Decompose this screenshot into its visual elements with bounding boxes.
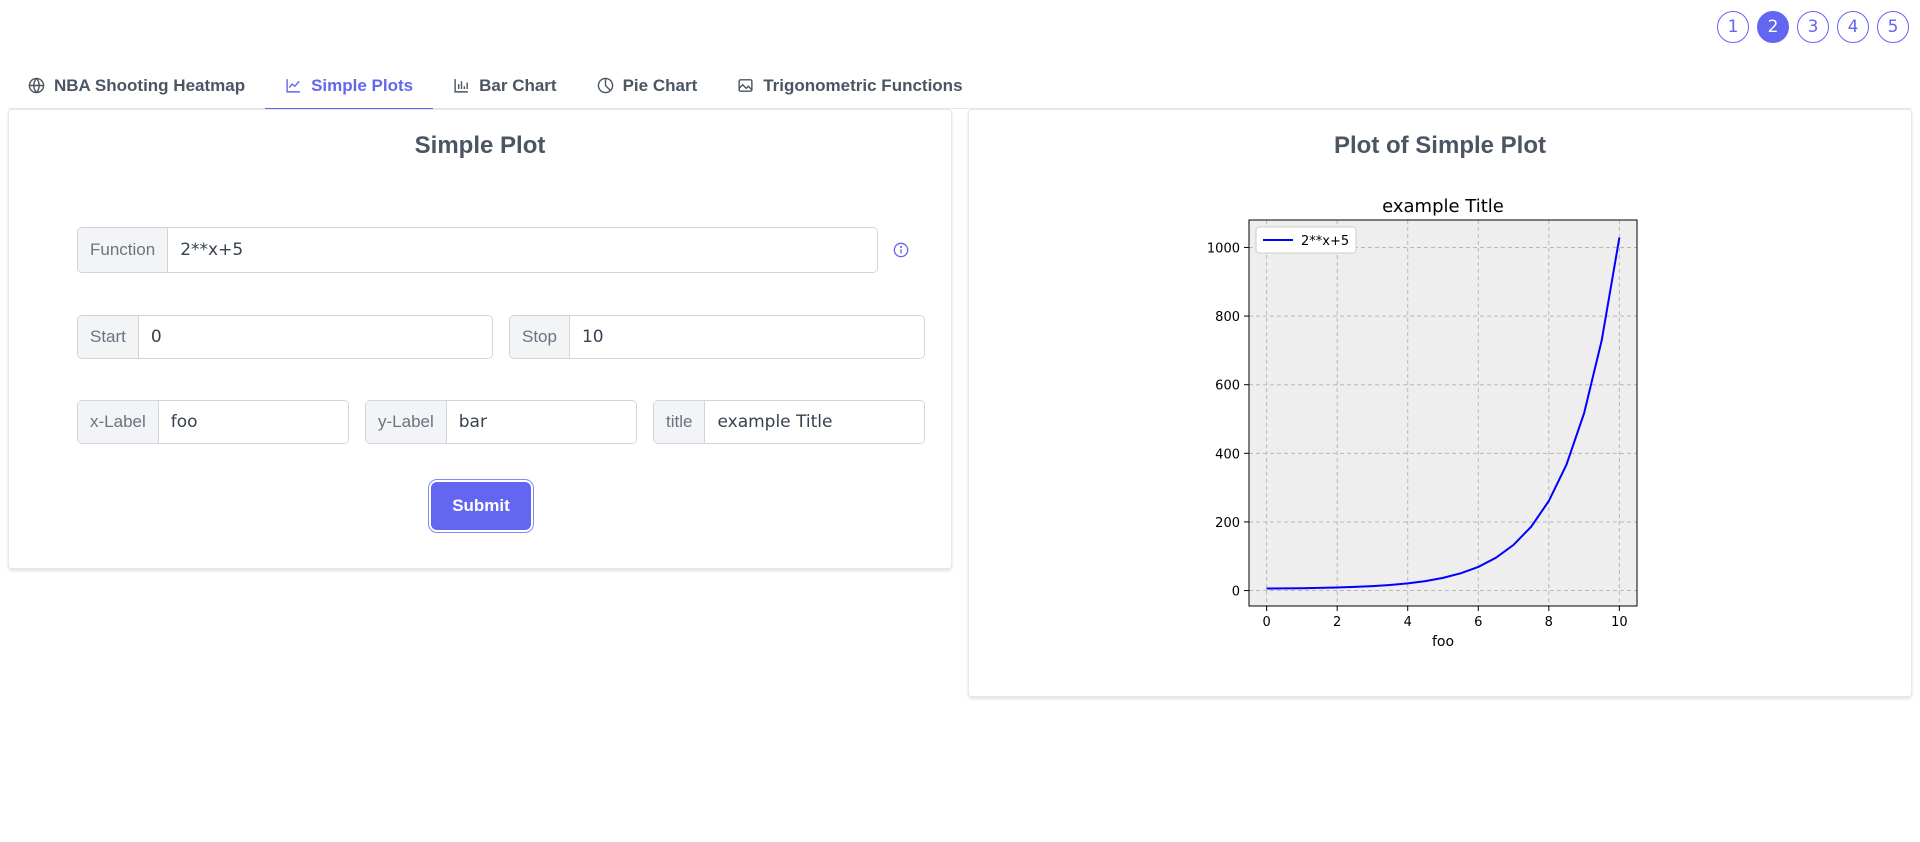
page-button-5[interactable]: 5 (1877, 11, 1909, 43)
form-title: Simple Plot (414, 132, 546, 159)
page-button-2[interactable]: 2 (1757, 11, 1789, 43)
stop-input[interactable] (569, 316, 924, 358)
chart-title: example Title (1382, 196, 1504, 217)
start-input-group: Start (77, 315, 493, 359)
start-label: Start (78, 316, 139, 358)
tab-label: Pie Chart (622, 75, 698, 95)
x-label-input-group: x-Label (77, 400, 349, 444)
y-label-input[interactable] (446, 401, 636, 443)
start-input[interactable] (138, 316, 492, 358)
stop-input-group: Stop (509, 315, 925, 359)
plot-card: Plot of Simple Plot 0 2 4 6 8 10 0 200 400 600 800… (968, 109, 1912, 697)
y-tick-label: 800 (1215, 310, 1240, 325)
tab-label: NBA Shooting Heatmap (54, 75, 246, 95)
title-input[interactable] (705, 401, 924, 443)
y-tick-label: 200 (1215, 516, 1240, 531)
y-tick-label: 1000 (1207, 241, 1240, 256)
x-label-label: x-Label (78, 401, 159, 443)
y-tick-label: 400 (1215, 447, 1240, 462)
x-tick-label: 0 (1262, 615, 1270, 630)
globe-icon (28, 77, 45, 94)
x-label-input[interactable] (158, 401, 348, 443)
tab-label: Bar Chart (479, 75, 557, 95)
function-input-group: Function (77, 227, 878, 273)
x-tick-label: 2 (1333, 615, 1341, 630)
x-tick-label: 8 (1545, 615, 1553, 630)
tab-label: Trigonometric Functions (763, 75, 963, 95)
plot-card-title: Plot of Simple Plot (1333, 132, 1546, 159)
tab-trigonometric-functions[interactable]: Trigonometric Functions (717, 62, 982, 109)
line-chart-icon (286, 79, 300, 93)
tab-bar-chart[interactable]: Bar Chart (433, 62, 576, 109)
x-tick-label: 10 (1611, 615, 1628, 630)
pie-chart-icon (597, 77, 613, 94)
tab-label: Simple Plots (311, 75, 414, 95)
page-button-4[interactable]: 4 (1837, 11, 1869, 43)
function-input[interactable] (168, 228, 877, 272)
submit-button[interactable]: Submit (431, 482, 531, 530)
bar-chart-icon (454, 79, 468, 93)
title-label: title (654, 401, 706, 443)
line-chart: 0 2 4 6 8 10 0 200 400 600 800 1000 example Title foo… (1207, 196, 1638, 650)
tab-bar: NBA Shooting Heatmap Simple Plots Bar Ch… (8, 62, 1912, 110)
simple-plot-form-card: Simple Plot Function Start Stop x-Label … (8, 109, 952, 569)
pagination: 12345 (1717, 11, 1909, 43)
tab-nba-shooting-heatmap[interactable]: NBA Shooting Heatmap (8, 62, 265, 109)
y-tick-label: 600 (1215, 379, 1240, 394)
image-icon (738, 79, 753, 92)
x-axis-label: foo (1432, 634, 1454, 650)
page-button-1[interactable]: 1 (1717, 11, 1749, 43)
stop-label: Stop (510, 316, 570, 358)
tab-simple-plots[interactable]: Simple Plots (265, 62, 434, 110)
x-tick-label: 6 (1474, 615, 1482, 630)
function-label: Function (78, 228, 169, 272)
tab-pie-chart[interactable]: Pie Chart (577, 62, 718, 109)
y-tick-label: 0 (1232, 585, 1240, 600)
title-input-group: title (653, 400, 925, 444)
y-label-input-group: y-Label (365, 400, 637, 444)
legend-label: 2**x+5 (1301, 234, 1349, 249)
y-label-label: y-Label (366, 401, 447, 443)
info-icon[interactable] (893, 242, 909, 258)
plot-area (1249, 220, 1637, 606)
page-button-3[interactable]: 3 (1797, 11, 1829, 43)
x-tick-label: 4 (1404, 615, 1412, 630)
